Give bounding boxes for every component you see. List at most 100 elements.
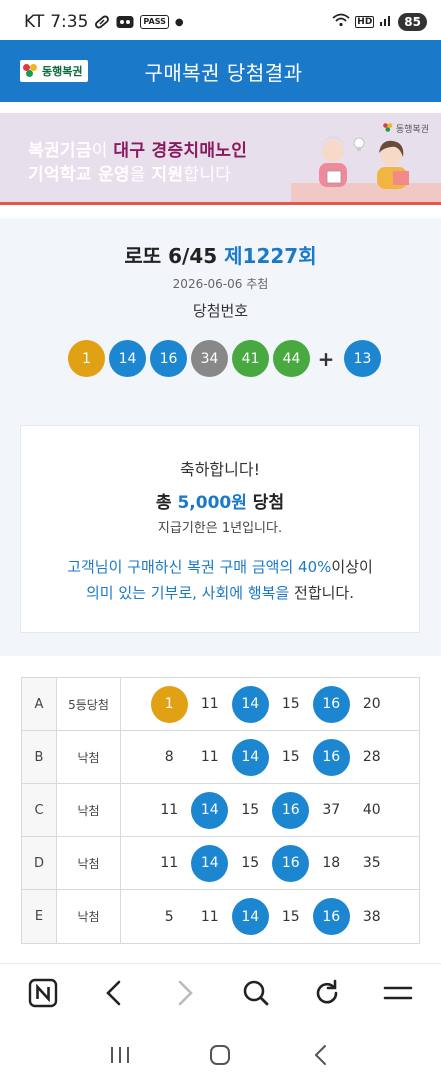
game-number: 18 [322, 855, 341, 871]
browser-toolbar [0, 963, 441, 1021]
matched-number: 14 [190, 844, 231, 882]
game-number: 40 [362, 802, 381, 818]
matched-number-ball: 14 [231, 738, 269, 776]
matched-number-ball: 16 [312, 685, 350, 723]
game-number: 28 [362, 749, 381, 765]
system-nav-bar [0, 1030, 441, 1080]
pass-icon: PASS [140, 15, 169, 29]
back-icon[interactable] [301, 1035, 341, 1075]
matched-number-ball: 14 [231, 898, 269, 935]
game-numbers: 5 11 14 15 16 38 [121, 890, 419, 943]
draw-date: 2026-06-06 추첨 [172, 277, 269, 291]
donation-text: 의미 있는 기부로, 사회에 행복을 [86, 584, 290, 602]
donation-text: 고객님이 구매하신 복권 구매 금액의 40% [67, 558, 332, 576]
banner-line-2: 기억학교 운영을 지원합니다 [28, 160, 231, 185]
game-result: 낙첨 [57, 731, 121, 783]
donation-text: 이상이 [331, 558, 373, 576]
matched-number: 14 [190, 791, 231, 829]
bonus-number-ball: 13 [344, 340, 381, 377]
matched-number: 16 [271, 791, 312, 829]
game-number: 15 [241, 855, 260, 871]
game-label: D [22, 837, 57, 889]
logo-text: 동행복권 [42, 65, 83, 78]
bonus-plus-sign: + [317, 346, 335, 371]
game-label: E [22, 890, 57, 943]
banner-illustration [291, 136, 441, 203]
matched-number: 16 [311, 738, 352, 776]
game-number: 15 [241, 802, 260, 818]
congrats-card: 축하합니다! 총 5,000원 당첨 지급기한은 1년입니다. 고객님이 구매하… [20, 425, 420, 633]
donation-message: 고객님이 구매하신 복권 구매 금액의 40%이상이 의미 있는 기부로, 사회… [21, 554, 419, 606]
game-result: 5등당첨 [57, 678, 121, 730]
matched-number-ball: 14 [191, 844, 229, 882]
game-number: 11 [200, 696, 219, 712]
game-number: 5 [164, 908, 174, 925]
notification-dot-icon: ● [174, 16, 184, 28]
payment-deadline: 지급기한은 1년입니다. [157, 521, 283, 536]
prize-suffix: 당첨 [246, 493, 285, 513]
wifi-icon [332, 13, 350, 31]
matched-number-ball: 14 [231, 685, 269, 723]
voicemail-icon [116, 15, 134, 29]
game-number: 37 [322, 802, 341, 818]
winning-numbers: 1 14 16 34 41 44 +13 [68, 340, 385, 377]
game-result: 낙첨 [57, 890, 121, 943]
game-numbers: 11 14 15 16 18 35 [121, 837, 419, 889]
matched-number-ball: 1 [150, 685, 188, 723]
game-number: 38 [362, 908, 381, 925]
draw-round: 제1227회 [224, 244, 317, 268]
matched-number-ball: 16 [312, 898, 350, 935]
draw-title: 로또 6/45 제1227회 [0, 240, 441, 269]
matched-number: 14 [230, 685, 271, 723]
banner-text: 기억학교 운영 [28, 165, 130, 185]
game-number: 20 [362, 696, 381, 712]
dhlottery-logo[interactable]: 동행복권 [20, 60, 88, 82]
game-number: 11 [160, 855, 179, 871]
status-time: 7:35 [50, 12, 89, 32]
app-header: 동행복권 구매복권 당첨결과 [0, 40, 441, 102]
matched-number: 16 [311, 685, 352, 723]
matched-number-ball: 16 [312, 738, 350, 776]
battery-icon: 85 [398, 13, 427, 31]
result-section: 로또 6/45 제1227회 2026-06-06 추첨 당첨번호 1 14 16 3… [0, 218, 441, 656]
purchased-games-table: A 5등당첨 1 11 14 15 16 20 B 낙첨 8 11 14 15 16 28 C 낙첨 11 14 15 1… [21, 677, 420, 944]
winning-number-ball: 41 [232, 340, 269, 377]
refresh-icon[interactable] [307, 973, 347, 1013]
game-number: 15 [281, 696, 300, 712]
game-number: 11 [200, 908, 219, 925]
matched-number-ball: 16 [272, 844, 310, 882]
pill-icon [94, 14, 110, 30]
game-row: B 낙첨 8 11 14 15 16 28 [22, 731, 419, 784]
menu-icon[interactable] [378, 973, 418, 1013]
search-icon[interactable] [236, 973, 276, 1013]
naver-icon[interactable] [23, 973, 63, 1013]
recent-apps-icon[interactable] [100, 1035, 140, 1075]
banner-text: 을 [129, 165, 152, 185]
game-row: D 낙첨 11 14 15 16 18 35 [22, 837, 419, 890]
game-row: A 5등당첨 1 11 14 15 16 20 [22, 678, 419, 731]
prize-amount: 5,000원 [177, 493, 247, 513]
logo-mark-icon [23, 64, 39, 78]
forward-arrow-icon[interactable] [165, 973, 205, 1013]
back-arrow-icon[interactable] [94, 973, 134, 1013]
game-number: 11 [160, 802, 179, 818]
game-number: 35 [362, 855, 381, 871]
game-row: C 낙첨 11 14 15 16 37 40 [22, 784, 419, 837]
matched-number: 14 [230, 898, 271, 935]
prize-prefix: 총 [155, 493, 178, 513]
winning-number-ball: 1 [68, 340, 105, 377]
promo-banner[interactable]: 복권기금이 대구 경증치매노인 기억학교 운영을 지원합니다 동행복권 [0, 113, 441, 205]
game-result: 낙첨 [57, 837, 121, 889]
prize-total: 총 5,000원 당첨 [21, 488, 419, 513]
banner-text: 이 [91, 141, 114, 161]
donation-text: 전합니다. [289, 584, 354, 602]
game-row: E 낙첨 5 11 14 15 16 38 [22, 890, 419, 943]
winning-number-ball: 14 [109, 340, 146, 377]
game-label: A [22, 678, 57, 730]
game-numbers: 1 11 14 15 16 20 [121, 678, 419, 730]
matched-number-ball: 14 [191, 791, 229, 829]
game-number: 15 [281, 908, 300, 925]
banner-line-1: 복권기금이 대구 경증치매노인 [28, 136, 247, 161]
game-label: B [22, 731, 57, 783]
home-icon[interactable] [200, 1035, 240, 1075]
